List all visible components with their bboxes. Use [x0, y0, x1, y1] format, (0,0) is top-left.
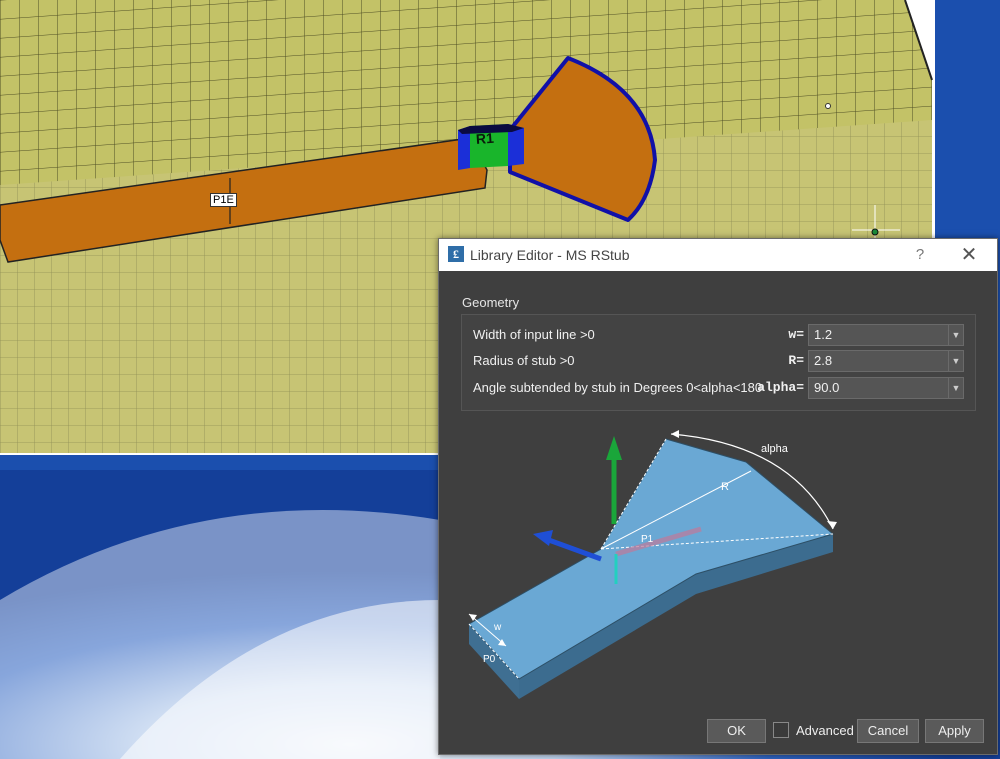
geometry-group: Width of input line >0 w= 1.2 ▼ Radius o… [461, 314, 976, 411]
radius-value[interactable]: 2.8 [814, 353, 832, 368]
diagram-label-radius: R [721, 481, 729, 493]
library-editor-dialog: £ Library Editor - MS RStub ? ✕ Geometry… [438, 238, 998, 755]
param-row-angle: Angle subtended by stub in Degrees 0<alp… [462, 377, 975, 399]
geometry-section-label: Geometry [462, 295, 520, 310]
angle-combo[interactable]: 90.0 ▼ [808, 377, 964, 399]
chevron-down-icon[interactable]: ▼ [948, 378, 963, 398]
param-row-width: Width of input line >0 w= 1.2 ▼ [462, 324, 975, 346]
advanced-checkbox[interactable] [773, 722, 789, 738]
diagram-label-p1: P1 [641, 534, 654, 545]
width-value[interactable]: 1.2 [814, 327, 832, 342]
library-editor-icon: £ [448, 246, 464, 262]
chevron-down-icon[interactable]: ▼ [948, 351, 963, 371]
component-label-r1: R1 [475, 130, 494, 147]
help-button[interactable]: ? [909, 245, 931, 265]
ok-button[interactable]: OK [707, 719, 766, 743]
param-row-radius: Radius of stub >0 R= 2.8 ▼ [462, 350, 975, 372]
chevron-down-icon[interactable]: ▼ [948, 325, 963, 345]
dialog-title: Library Editor - MS RStub [470, 247, 630, 263]
param-symbol-width: w= [788, 327, 804, 342]
diagram-label-alpha: alpha [761, 443, 789, 455]
diagram-label-p0: P0 [483, 654, 496, 665]
param-label-angle: Angle subtended by stub in Degrees 0<alp… [473, 380, 763, 395]
param-symbol-radius: R= [788, 353, 804, 368]
diagram-label-width: w [493, 622, 502, 633]
close-button[interactable]: ✕ [957, 244, 981, 266]
rstub-diagram: alpha R P1 w P0 [468, 430, 837, 699]
port-label-p1e: P1E [210, 193, 237, 207]
radius-combo[interactable]: 2.8 ▼ [808, 350, 964, 372]
apply-button[interactable]: Apply [925, 719, 984, 743]
advanced-checkbox-label[interactable]: Advanced [796, 723, 854, 738]
param-label-radius: Radius of stub >0 [473, 353, 575, 368]
param-label-width: Width of input line >0 [473, 327, 595, 342]
dialog-titlebar[interactable]: £ Library Editor - MS RStub ? ✕ [439, 239, 997, 271]
angle-value[interactable]: 90.0 [814, 380, 839, 395]
cancel-button[interactable]: Cancel [857, 719, 919, 743]
param-symbol-angle: alpha= [757, 380, 804, 395]
width-combo[interactable]: 1.2 ▼ [808, 324, 964, 346]
